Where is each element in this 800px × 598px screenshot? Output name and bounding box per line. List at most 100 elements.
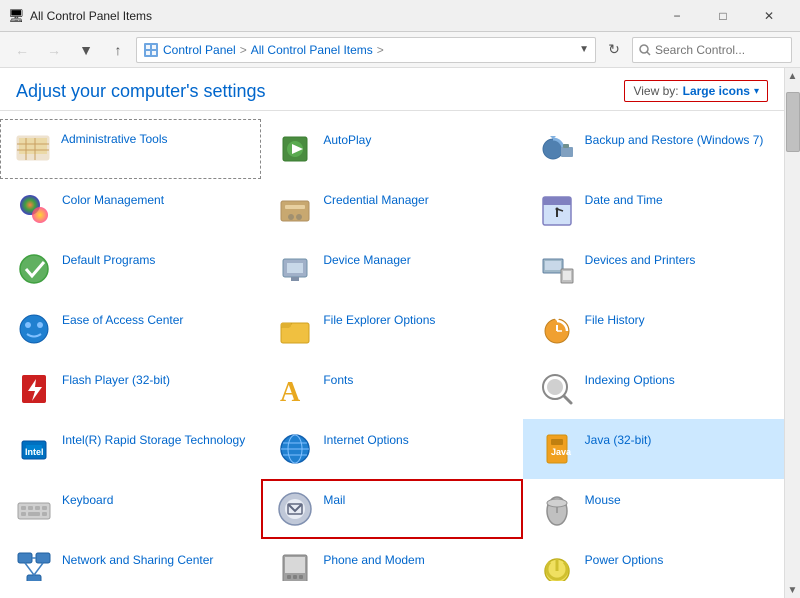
control-item-mail[interactable]: Mail: [261, 479, 522, 539]
control-item-internet-options[interactable]: Internet Options: [261, 419, 522, 479]
up-button[interactable]: ↑: [104, 36, 132, 64]
filehistory-icon: [537, 309, 577, 349]
address-segment-all[interactable]: All Control Panel Items: [251, 43, 373, 57]
view-by-control[interactable]: View by: Large icons ▾: [624, 80, 768, 102]
default-icon: [14, 249, 54, 289]
address-dropdown-arrow[interactable]: ▼: [579, 44, 589, 55]
scrollbar-track[interactable]: [785, 84, 800, 582]
item-label-internet-options: Internet Options: [323, 429, 408, 449]
control-item-date-time[interactable]: Date and Time: [523, 179, 784, 239]
search-icon: [639, 44, 651, 56]
control-item-device-manager[interactable]: Device Manager: [261, 239, 522, 299]
minimize-button[interactable]: −: [654, 0, 700, 32]
item-label-network-sharing: Network and Sharing Center: [62, 549, 213, 569]
item-label-default-programs: Default Programs: [62, 249, 155, 269]
scrollbar[interactable]: ▲ ▼: [784, 68, 800, 598]
item-label-devices-printers: Devices and Printers: [585, 249, 696, 269]
scroll-down-arrow[interactable]: ▼: [785, 582, 800, 598]
items-grid: Administrative Tools AutoPlay Backup and…: [0, 111, 784, 581]
item-label-color-mgmt: Color Management: [62, 189, 164, 209]
refresh-button[interactable]: ↻: [600, 36, 628, 64]
search-input[interactable]: [655, 43, 785, 57]
control-item-mouse[interactable]: Mouse: [523, 479, 784, 539]
item-label-file-history: File History: [585, 309, 645, 329]
view-by-arrow: ▾: [754, 86, 759, 97]
datetime-icon: [537, 189, 577, 229]
app-icon: 🖥: [8, 8, 24, 24]
title-bar-left: 🖥 All Control Panel Items: [8, 8, 152, 24]
indexing-icon: [537, 369, 577, 409]
item-label-phone-modem: Phone and Modem: [323, 549, 424, 569]
devices-icon: [537, 249, 577, 289]
item-label-mail: Mail: [323, 489, 345, 509]
control-item-power-options[interactable]: Power Options: [523, 539, 784, 581]
item-label-flash-player: Flash Player (32-bit): [62, 369, 170, 389]
svg-text:A: A: [280, 377, 301, 408]
control-item-intel-rapid[interactable]: Intel Intel(R) Rapid Storage Technology: [0, 419, 261, 479]
close-button[interactable]: ✕: [746, 0, 792, 32]
network-icon: [14, 549, 54, 581]
search-bar[interactable]: [632, 37, 792, 63]
devicemgr-icon: [275, 249, 315, 289]
address-segment-cp[interactable]: Control Panel: [163, 43, 236, 57]
control-item-backup-restore[interactable]: Backup and Restore (Windows 7): [523, 119, 784, 179]
address-bar[interactable]: Control Panel > All Control Panel Items …: [136, 37, 596, 63]
control-panel-icon: [143, 42, 159, 58]
item-label-java: Java (32-bit): [585, 429, 652, 449]
control-item-credential-mgr[interactable]: Credential Manager: [261, 179, 522, 239]
view-by-value: Large icons: [683, 84, 750, 98]
item-label-credential-mgr: Credential Manager: [323, 189, 428, 209]
view-by-label: View by:: [633, 84, 678, 98]
java-icon: Java: [537, 429, 577, 469]
mail-icon: [275, 489, 315, 529]
item-label-power-options: Power Options: [585, 549, 664, 569]
item-label-intel-rapid: Intel(R) Rapid Storage Technology: [62, 429, 245, 449]
title-bar: 🖥 All Control Panel Items − □ ✕: [0, 0, 800, 32]
control-item-default-programs[interactable]: Default Programs: [0, 239, 261, 299]
page-header: Adjust your computer's settings View by:…: [0, 68, 784, 111]
item-label-fonts: Fonts: [323, 369, 353, 389]
control-item-autoplay[interactable]: AutoPlay: [261, 119, 522, 179]
control-item-file-history[interactable]: File History: [523, 299, 784, 359]
control-item-flash-player[interactable]: Flash Player (32-bit): [0, 359, 261, 419]
toolbar: ← → ▼ ↑ Control Panel > All Control Pane…: [0, 32, 800, 68]
scrollbar-thumb[interactable]: [786, 92, 800, 152]
power-icon: [537, 549, 577, 581]
back-button[interactable]: ←: [8, 36, 36, 64]
color-icon: [14, 189, 54, 229]
dropdown-button[interactable]: ▼: [72, 36, 100, 64]
item-label-date-time: Date and Time: [585, 189, 663, 209]
control-item-devices-printers[interactable]: Devices and Printers: [523, 239, 784, 299]
page-title: Adjust your computer's settings: [16, 81, 266, 102]
item-label-autoplay: AutoPlay: [323, 129, 371, 149]
title-bar-controls: − □ ✕: [654, 0, 792, 32]
maximize-button[interactable]: □: [700, 0, 746, 32]
ease-icon: [14, 309, 54, 349]
fonts-icon: A: [275, 369, 315, 409]
control-item-file-explorer[interactable]: File Explorer Options: [261, 299, 522, 359]
control-item-phone-modem[interactable]: Phone and Modem: [261, 539, 522, 581]
control-item-indexing[interactable]: Indexing Options: [523, 359, 784, 419]
item-label-mouse: Mouse: [585, 489, 621, 509]
credential-icon: [275, 189, 315, 229]
control-item-ease-access[interactable]: Ease of Access Center: [0, 299, 261, 359]
svg-text:Java: Java: [551, 447, 572, 457]
keyboard-icon: [14, 489, 54, 529]
control-item-java[interactable]: Java Java (32-bit): [523, 419, 784, 479]
scroll-up-arrow[interactable]: ▲: [785, 68, 800, 84]
control-item-network-sharing[interactable]: Network and Sharing Center: [0, 539, 261, 581]
item-label-admin-tools: Administrative Tools: [61, 128, 168, 148]
main-area: Adjust your computer's settings View by:…: [0, 68, 800, 598]
item-label-file-explorer: File Explorer Options: [323, 309, 435, 329]
forward-button[interactable]: →: [40, 36, 68, 64]
control-item-admin-tools[interactable]: Administrative Tools: [0, 119, 261, 179]
svg-text:Intel: Intel: [25, 447, 44, 457]
item-label-keyboard: Keyboard: [62, 489, 113, 509]
control-item-fonts[interactable]: A Fonts: [261, 359, 522, 419]
fileexplorer-icon: [275, 309, 315, 349]
window-title: All Control Panel Items: [30, 9, 152, 23]
control-item-color-mgmt[interactable]: Color Management: [0, 179, 261, 239]
intel-icon: Intel: [14, 429, 54, 469]
control-item-keyboard[interactable]: Keyboard: [0, 479, 261, 539]
admin-icon: [13, 128, 53, 168]
